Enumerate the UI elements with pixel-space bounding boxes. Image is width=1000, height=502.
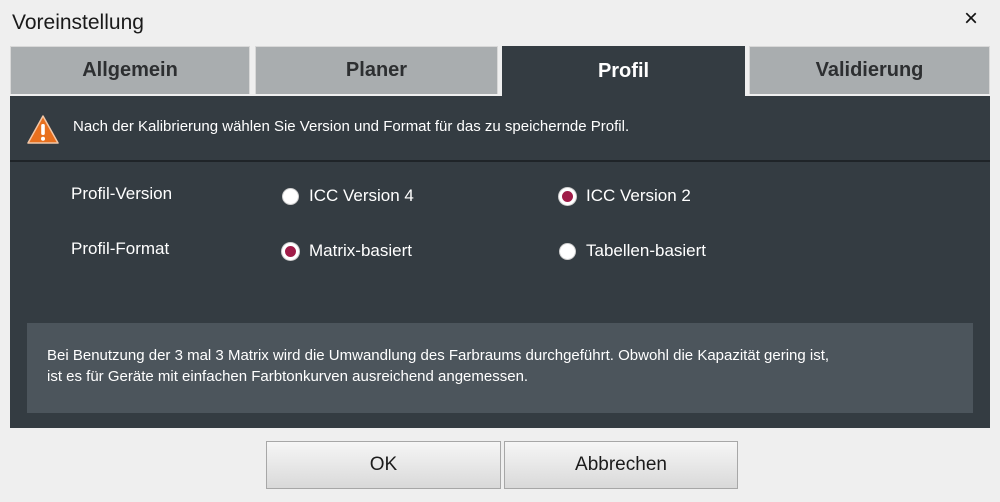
description-box: Bei Benutzung der 3 mal 3 Matrix wird di… — [27, 323, 973, 413]
radio-label: ICC Version 4 — [309, 186, 414, 205]
profile-format-label: Profil-Format — [71, 239, 170, 258]
radio-unchecked-icon — [282, 187, 299, 205]
tab-profil[interactable]: Profil — [502, 46, 745, 96]
description-line-2: ist es für Geräte mit einfachen Farbtonk… — [47, 368, 529, 385]
radio-tabellen-basiert[interactable]: Tabellen-basiert — [559, 241, 706, 261]
radio-icc-version-2[interactable]: ICC Version 2 — [559, 186, 691, 206]
warning-banner: Nach der Kalibrierung wählen Sie Version… — [10, 96, 990, 162]
tab-bar: Allgemein Planer Profil Validierung — [10, 46, 990, 96]
tab-allgemein[interactable]: Allgemein — [10, 46, 250, 94]
ok-button[interactable]: OK — [266, 441, 501, 489]
radio-matrix-basiert[interactable]: Matrix-basiert — [282, 241, 412, 261]
profile-panel: Nach der Kalibrierung wählen Sie Version… — [10, 96, 990, 428]
profile-version-label: Profil-Version — [71, 184, 173, 203]
radio-checked-icon — [559, 187, 576, 205]
cancel-button[interactable]: Abbrechen — [504, 441, 738, 489]
tab-planer[interactable]: Planer — [255, 46, 498, 94]
description-line-1: Bei Benutzung der 3 mal 3 Matrix wird di… — [47, 347, 830, 364]
warning-text: Nach der Kalibrierung wählen Sie Version… — [73, 118, 630, 135]
radio-label: Matrix-basiert — [309, 241, 412, 260]
radio-unchecked-icon — [559, 242, 576, 260]
title-bar: Voreinstellung × — [0, 0, 1000, 44]
radio-label: ICC Version 2 — [586, 186, 691, 205]
tab-validierung[interactable]: Validierung — [749, 46, 990, 94]
dialog-title: Voreinstellung — [12, 11, 144, 34]
radio-icc-version-4[interactable]: ICC Version 4 — [282, 186, 414, 206]
close-icon[interactable]: × — [958, 6, 984, 32]
radio-label: Tabellen-basiert — [586, 241, 707, 260]
warning-icon — [27, 115, 59, 144]
radio-checked-icon — [282, 242, 299, 260]
